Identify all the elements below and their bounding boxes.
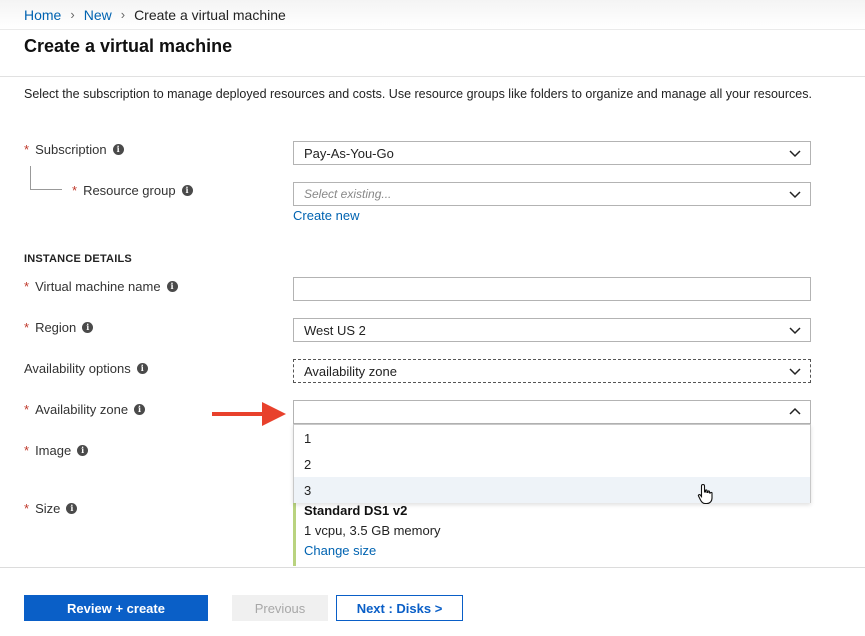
size-summary: Standard DS1 v2 1 vcpu, 3.5 GB memory Ch… — [293, 500, 441, 566]
availability-zone-dropdown: 1 2 3 — [293, 424, 811, 503]
required-marker: * — [24, 320, 30, 335]
image-label: * Image i — [24, 443, 89, 458]
required-marker: * — [24, 501, 30, 516]
subscription-value: Pay-As-You-Go — [304, 145, 394, 161]
availability-options-label-text: Availability options — [24, 361, 131, 376]
subscription-select[interactable]: Pay-As-You-Go — [293, 141, 811, 165]
size-label: * Size i — [24, 501, 78, 516]
divider — [0, 567, 865, 568]
availability-options-select[interactable]: Availability zone — [293, 359, 811, 383]
breadcrumb: Home › New › Create a virtual machine — [0, 0, 865, 30]
image-label-text: Image — [35, 443, 72, 458]
breadcrumb-current: Create a virtual machine — [134, 6, 286, 23]
required-marker: * — [24, 402, 30, 417]
divider — [0, 76, 865, 77]
create-new-link[interactable]: Create new — [293, 208, 359, 223]
required-marker: * — [24, 279, 30, 294]
hand-pointer-icon — [697, 483, 713, 505]
region-label-text: Region — [35, 320, 77, 335]
info-icon[interactable]: i — [181, 185, 193, 196]
vm-name-label: * Virtual machine name i — [24, 279, 178, 294]
resource-group-label-text: Resource group — [83, 183, 176, 198]
resource-group-select[interactable]: Select existing... — [293, 182, 811, 206]
availability-zone-label: * Availability zone i — [24, 402, 146, 417]
chevron-down-icon — [789, 368, 801, 376]
region-select[interactable]: West US 2 — [293, 318, 811, 342]
region-value: West US 2 — [304, 322, 366, 338]
vm-name-label-text: Virtual machine name — [35, 279, 161, 294]
info-icon[interactable]: i — [112, 144, 124, 155]
availability-zone-label-text: Availability zone — [35, 402, 129, 417]
dropdown-option[interactable]: 2 — [294, 451, 810, 477]
info-icon[interactable]: i — [136, 363, 148, 374]
required-marker: * — [24, 443, 30, 458]
subscription-label: * Subscription i — [24, 142, 124, 157]
breadcrumb-new-link[interactable]: New — [84, 7, 112, 23]
info-icon[interactable]: i — [77, 445, 89, 456]
info-icon[interactable]: i — [134, 404, 146, 415]
chevron-up-icon — [789, 407, 801, 415]
chevron-down-icon — [789, 327, 801, 335]
size-spec: 1 vcpu, 3.5 GB memory — [304, 523, 441, 538]
section-title-instance-details: INSTANCE DETAILS — [24, 253, 132, 265]
subscription-label-text: Subscription — [35, 142, 107, 157]
size-name: Standard DS1 v2 — [304, 503, 408, 518]
availability-options-label: Availability options i — [24, 361, 148, 376]
required-marker: * — [24, 142, 30, 157]
page-title: Create a virtual machine — [24, 36, 233, 56]
vm-name-input[interactable] — [293, 277, 811, 301]
next-disks-button[interactable]: Next : Disks > — [336, 595, 463, 621]
required-marker: * — [72, 183, 78, 198]
region-label: * Region i — [24, 320, 94, 335]
info-icon[interactable]: i — [166, 281, 178, 292]
intro-text: Select the subscription to manage deploy… — [24, 87, 812, 101]
chevron-right-icon: › — [70, 7, 75, 22]
chevron-down-icon — [789, 150, 801, 158]
red-arrow-icon — [212, 402, 286, 426]
chevron-right-icon: › — [120, 7, 126, 22]
chevron-down-icon — [789, 191, 801, 199]
info-icon[interactable]: i — [66, 503, 78, 514]
availability-options-value: Availability zone — [304, 363, 397, 379]
review-create-button[interactable]: Review + create — [24, 595, 208, 621]
previous-button[interactable]: Previous — [232, 595, 328, 621]
availability-zone-select[interactable] — [293, 400, 811, 424]
change-size-link[interactable]: Change size — [304, 543, 441, 558]
resource-group-label: * Resource group i — [72, 183, 193, 198]
resource-group-placeholder: Select existing... — [304, 187, 392, 201]
size-label-text: Size — [35, 501, 61, 516]
info-icon[interactable]: i — [82, 322, 94, 333]
breadcrumb-home-link[interactable]: Home — [24, 7, 61, 23]
dropdown-option[interactable]: 1 — [294, 425, 810, 451]
dropdown-option[interactable]: 3 — [294, 477, 810, 503]
tree-connector — [30, 166, 62, 190]
